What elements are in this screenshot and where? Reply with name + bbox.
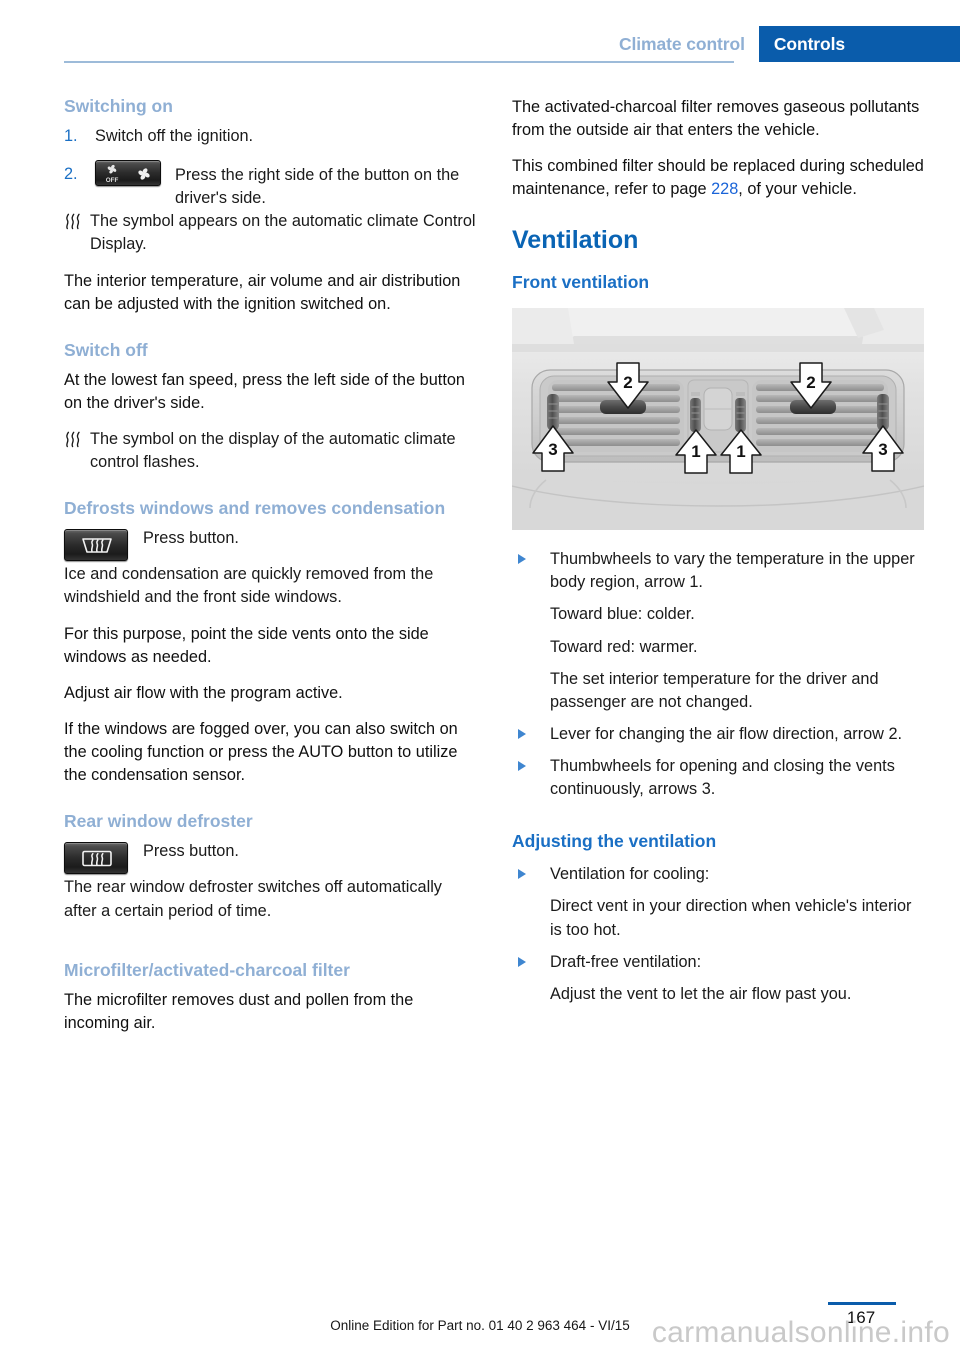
triangle-bullet-icon bbox=[518, 956, 526, 967]
list-item: Ventilation for cooling: Direct vent in … bbox=[512, 863, 924, 941]
svg-text:2: 2 bbox=[806, 373, 815, 392]
temperature-thumbwheel-left bbox=[690, 398, 701, 433]
paragraph-ice-condensation: Ice and condensation are quickly removed… bbox=[64, 565, 434, 607]
step-item-2: 2. OFF Press the right side of the butto… bbox=[64, 160, 476, 210]
heading-ventilation: Ventilation bbox=[512, 225, 639, 254]
combined-filter-text-after: , of your vehicle. bbox=[738, 180, 857, 199]
paragraph-interior-temperature: The interior temperature, air volume and… bbox=[64, 271, 461, 313]
bullet-subtext: Adjust the vent to let the air flow past… bbox=[550, 984, 852, 1003]
heading-front-ventilation: Front ventilation bbox=[512, 272, 650, 293]
thumbwheel-marker-left bbox=[691, 392, 700, 397]
footer-edition-note: Online Edition for Part no. 01 40 2 963 … bbox=[330, 1318, 630, 1333]
front-vent-illustration: 2 2 3 3 1 1 bbox=[512, 308, 924, 531]
heading-defrosts-windows: Defrosts windows and removes condensatio… bbox=[64, 498, 446, 519]
heading-microfilter: Microfilter/activated-charcoal filter bbox=[64, 959, 350, 980]
thumbwheel-marker-right bbox=[736, 392, 745, 397]
triangle-bullet-icon bbox=[518, 761, 526, 772]
svg-text:1: 1 bbox=[736, 442, 745, 461]
defrost-icon-block: Press button. Ice and condensation are q… bbox=[64, 527, 476, 622]
step-text: Switch off the ignition. bbox=[95, 126, 254, 145]
note-symbol-appears: The symbol appears on the automatic clim… bbox=[64, 210, 476, 256]
windshield-defrost-button-icon bbox=[64, 529, 128, 562]
list-item: Thumbwheels for opening and closing the … bbox=[512, 755, 924, 801]
triangle-bullet-icon bbox=[518, 554, 526, 565]
right-column: The activated-charcoal filter removes ga… bbox=[512, 96, 924, 1015]
list-item: Thumbwheels to vary the temperature in t… bbox=[512, 548, 924, 714]
paragraph-combined-filter: This combined filter should be replaced … bbox=[512, 155, 924, 201]
heading-rear-window-defroster: Rear window defroster bbox=[64, 811, 253, 832]
triangle-bullet-icon bbox=[518, 729, 526, 740]
front-ventilation-bullets: Thumbwheels to vary the temperature in t… bbox=[512, 548, 924, 801]
paragraph-rear-defroster-auto-off: The rear window defroster switches off a… bbox=[64, 878, 442, 920]
heading-adjusting-ventilation: Adjusting the ventilation bbox=[512, 831, 717, 852]
bullet-subtext: Toward red: warmer. bbox=[550, 637, 698, 656]
bullet-text: Lever for changing the air flow directio… bbox=[550, 725, 903, 744]
bullet-subtext: Direct vent in your direction when vehic… bbox=[550, 897, 912, 939]
svg-text:1: 1 bbox=[691, 442, 700, 461]
list-item: Draft-free ventilation: Adjust the vent … bbox=[512, 951, 924, 1006]
open-close-thumbwheel-right bbox=[877, 394, 889, 431]
temperature-thumbwheel-right bbox=[735, 398, 746, 433]
note-text: The symbol appears on the automatic clim… bbox=[90, 212, 476, 254]
note-text: The symbol on the display of the automat… bbox=[90, 430, 456, 472]
page-body: Switching on 1. Switch off the ignition.… bbox=[0, 0, 960, 1362]
page-cross-reference-link[interactable]: 228 bbox=[711, 180, 738, 198]
step-text: Press the right side of the button on th… bbox=[175, 166, 460, 208]
step-number: 1. bbox=[64, 126, 78, 145]
bullet-text: Thumbwheels to vary the temperature in t… bbox=[550, 550, 915, 592]
switching-on-steps: 1. Switch off the ignition. bbox=[64, 125, 476, 148]
paragraph-charcoal-filter: The activated-charcoal filter removes ga… bbox=[512, 98, 920, 140]
paragraph-fogged-windows: If the windows are fogged over, you can … bbox=[64, 720, 458, 785]
adjusting-ventilation-bullets: Ventilation for cooling: Direct vent in … bbox=[512, 863, 924, 1006]
bullet-text: Draft-free ventilation: bbox=[550, 952, 702, 971]
svg-text:2: 2 bbox=[623, 373, 632, 392]
open-close-thumbwheel-left bbox=[547, 394, 559, 431]
left-column: Switching on 1. Switch off the ignition.… bbox=[64, 96, 476, 1048]
page-number-rule bbox=[828, 1302, 896, 1305]
triangle-bullet-icon bbox=[518, 869, 526, 880]
airflow-wave-icon bbox=[64, 213, 83, 230]
rear-window-defrost-button-icon bbox=[64, 842, 128, 875]
paragraph-side-vents: For this purpose, point the side vents o… bbox=[64, 624, 429, 666]
fan-off-label: OFF bbox=[106, 177, 119, 184]
bullet-subtext: The set interior temperature for the dri… bbox=[550, 669, 879, 711]
bullet-subtext: Toward blue: colder. bbox=[550, 605, 695, 624]
svg-text:3: 3 bbox=[548, 440, 557, 459]
heading-switch-off: Switch off bbox=[64, 339, 148, 360]
step-item-1: 1. Switch off the ignition. bbox=[64, 125, 476, 148]
heading-switching-on: Switching on bbox=[64, 96, 173, 116]
paragraph-microfilter: The microfilter removes dust and pollen … bbox=[64, 990, 414, 1032]
note-symbol-flashes: The symbol on the display of the automat… bbox=[64, 428, 476, 474]
rear-defrost-icon-block: Press button. The rear window defroster … bbox=[64, 840, 476, 935]
paragraph-switch-off: At the lowest fan speed, press the left … bbox=[64, 370, 465, 412]
airflow-wave-icon bbox=[64, 431, 83, 448]
bullet-text: Ventilation for cooling: bbox=[550, 865, 710, 884]
step-number: 2. bbox=[64, 165, 78, 184]
paragraph-adjust-air-flow: Adjust air flow with the program active. bbox=[64, 683, 343, 702]
svg-text:3: 3 bbox=[878, 440, 887, 459]
fan-off-on-button-icon: OFF bbox=[95, 160, 161, 187]
list-item: Lever for changing the air flow directio… bbox=[512, 723, 924, 746]
bullet-text: Thumbwheels for opening and closing the … bbox=[550, 757, 895, 799]
